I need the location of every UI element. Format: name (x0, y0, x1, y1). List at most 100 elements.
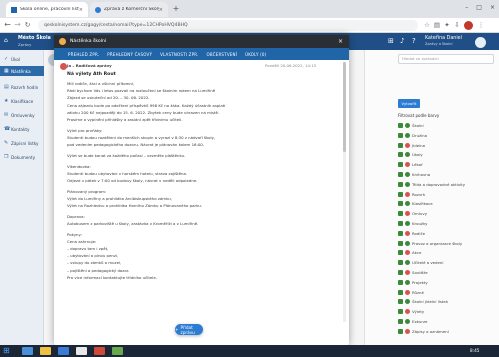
puzzle-icon[interactable]: ✦ (443, 21, 451, 30)
avatar[interactable] (475, 37, 486, 48)
folder-item[interactable]: Soutěže (398, 268, 428, 277)
checkbox-icon[interactable] (398, 230, 403, 236)
profile-avatar[interactable] (464, 21, 473, 30)
sidebar-item-omluvenky[interactable]: ✉ Omluvenky (0, 110, 44, 120)
sidebar-item-ukol[interactable]: ✓ Úkol (0, 54, 44, 64)
mail-favicon-icon (95, 6, 101, 13)
folder-app-icon[interactable] (40, 347, 51, 355)
checkbox-icon[interactable] (398, 221, 403, 226)
tab-prehled[interactable]: PŘEHLED ZPR. (68, 52, 99, 57)
excel-app-icon[interactable] (112, 347, 123, 355)
checkbox-icon[interactable] (398, 299, 403, 305)
media-app-icon[interactable] (94, 347, 105, 355)
folder-item[interactable]: Družina (398, 131, 427, 140)
tab-casovy[interactable]: PŘEHLEDNÝ ČASOVÝ (107, 52, 152, 57)
checkbox-icon[interactable] (398, 211, 403, 217)
checkbox-icon[interactable] (398, 172, 403, 177)
checkbox-icon[interactable] (398, 123, 403, 128)
reload-icon[interactable]: ↻ (23, 20, 32, 30)
folder-item[interactable]: Kroužky (398, 219, 427, 228)
folder-item[interactable]: Klasifikace (398, 199, 433, 208)
sidebar-item-zapisni[interactable]: ✎ Zápisní lístky (0, 138, 44, 148)
tab-obcerstveni[interactable]: OBČERSTVENÍ (207, 52, 238, 57)
download-icon[interactable]: ⇩ (453, 21, 461, 30)
grid-icon[interactable]: ⊞ (388, 37, 397, 46)
folder-item[interactable]: Exkurze (398, 317, 427, 326)
browser-tab[interactable]: Zpráva z Komerční Školy, Zlínsk... × (90, 2, 168, 17)
sidebar-item-label: Úkol (11, 56, 21, 62)
bookmark-icon[interactable]: ▤ (433, 21, 441, 30)
folder-item[interactable]: Provoz a organizace školy (398, 239, 462, 248)
checkbox-icon[interactable] (398, 270, 403, 275)
maximize-icon[interactable]: □ (476, 4, 482, 14)
close-tab-icon[interactable]: × (79, 7, 83, 13)
forward-icon[interactable]: → (13, 20, 22, 30)
ie-app-icon[interactable] (22, 347, 33, 355)
folder-item[interactable]: Projekty (398, 278, 428, 287)
folder-item[interactable]: Školní (398, 121, 424, 130)
checkbox-icon[interactable] (398, 319, 403, 324)
folder-item[interactable]: Úkoly (398, 150, 423, 159)
checkbox-icon[interactable] (398, 260, 403, 266)
checkbox-icon[interactable] (398, 279, 403, 285)
checkbox-icon[interactable] (398, 162, 403, 168)
url-input[interactable]: qeskolnisystem.cz/gagy/cesta/nomail?type… (38, 20, 418, 31)
user-name[interactable]: Kateřina Daniel (425, 36, 462, 41)
home-icon[interactable]: ⌂ (4, 37, 14, 47)
close-tab-icon[interactable]: × (159, 7, 163, 13)
checkbox-icon[interactable] (398, 289, 403, 295)
start-icon[interactable]: ⊞ (3, 346, 13, 356)
checkbox-icon[interactable] (398, 132, 403, 138)
create-button[interactable]: Vytvořit (398, 99, 420, 108)
bell-icon[interactable]: ♪ (400, 37, 409, 46)
folder-item[interactable]: Školní jídelní lístek (398, 297, 448, 306)
checkbox-icon[interactable] (398, 142, 403, 148)
minimize-icon[interactable]: – (465, 4, 468, 14)
sidebar-item-klasifikace[interactable]: ★ Klasifikace (0, 96, 44, 106)
folder-item[interactable]: Výlety (398, 307, 424, 316)
scrollbar-thumb[interactable] (343, 62, 346, 152)
new-tab-button[interactable]: + (171, 4, 181, 14)
folder-item[interactable]: Lékař (398, 160, 423, 169)
sidebar-item-kontakty[interactable]: ☎ Kontakty (0, 124, 44, 134)
checkbox-icon[interactable] (398, 152, 403, 158)
help-icon[interactable]: ? (412, 37, 421, 46)
menu-icon[interactable]: ⋮ (477, 21, 485, 30)
tab-ukoly[interactable]: ÚKOLY (0) (245, 52, 266, 57)
sidebar-item-nastenka[interactable]: ▦ Nástěnka (0, 66, 44, 76)
close-window-icon[interactable]: × (490, 4, 495, 14)
message-from[interactable]: Ja – Rodičová zprávy (67, 63, 112, 68)
message-body-line: Výlet do Lumířiny a prohlídka Arcibiskup… (67, 195, 172, 201)
browser-tab-active[interactable]: Škola online, pracovní list a klient × (6, 2, 88, 17)
sidebar-item-dokumenty[interactable]: ❐ Dokumenty (0, 152, 44, 162)
message-body-line: Odjezd v pátek v 7:00 od budovy školy, n… (67, 177, 198, 183)
folder-item[interactable]: Rodiče (398, 229, 425, 238)
back-icon[interactable]: ← (3, 20, 12, 30)
checkbox-icon[interactable] (398, 181, 403, 187)
folder-item[interactable]: Zápisy a oznámení (398, 327, 449, 336)
add-message-button[interactable]: + Přidat zprávu (175, 324, 203, 335)
checkbox-icon[interactable] (398, 201, 403, 207)
checkbox-icon[interactable] (398, 240, 403, 246)
folder-item[interactable]: Různé (398, 288, 424, 297)
folder-item[interactable]: Knihovna (398, 170, 430, 179)
close-icon[interactable]: × (338, 38, 343, 45)
folder-item[interactable]: Učitelé a vedení (398, 258, 443, 267)
tab-vlastnosti[interactable]: VLASTNOSTI ZPR. (160, 52, 198, 57)
checkbox-icon[interactable] (398, 328, 403, 334)
chrome-app-icon[interactable] (76, 347, 87, 355)
folder-item[interactable]: Rozvrh (398, 190, 425, 199)
search-input[interactable]: Hledat ve zprávách (398, 54, 494, 64)
folder-item[interactable]: Omluvy (398, 209, 427, 218)
checkbox-icon[interactable] (398, 250, 403, 256)
folder-item[interactable]: Akce (398, 248, 421, 257)
extension-icon[interactable]: ☆ (423, 21, 431, 30)
checkbox-icon[interactable] (398, 191, 403, 197)
sidebar-item-label: Zápisní lístky (11, 140, 39, 146)
checkbox-icon[interactable] (398, 309, 403, 315)
word-app-icon[interactable] (58, 347, 69, 355)
sidebar-item-rozvrh[interactable]: ▤ Rozvrh hodin (0, 82, 44, 92)
folder-label: Výlety (412, 309, 425, 315)
folder-item[interactable]: Třída a doprovodné aktivity (398, 180, 465, 189)
folder-item[interactable]: Jídelna (398, 141, 425, 150)
